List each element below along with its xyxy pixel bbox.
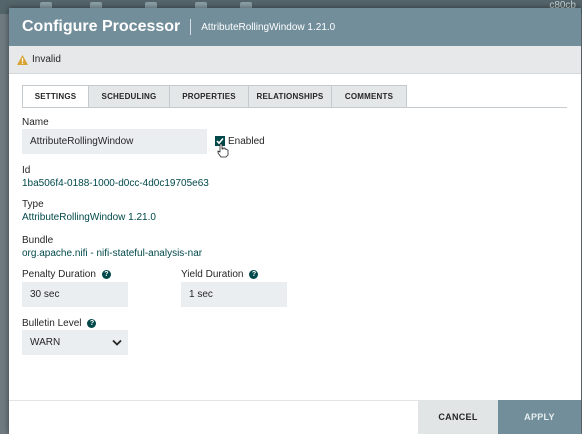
enabled-label[interactable]: Enabled (228, 136, 265, 147)
bundle-value: org.apache.nifi - nifi-stateful-analysis… (22, 248, 203, 259)
tab-scheduling[interactable]: SCHEDULING (88, 85, 170, 108)
yield-duration-input[interactable]: 1 sec (181, 282, 287, 307)
bundle-label: Bundle (22, 235, 54, 246)
id-label: Id (22, 165, 31, 176)
bulletin-level-text: Bulletin Level (22, 318, 82, 329)
warning-icon (17, 54, 28, 65)
bulletin-level-select[interactable]: WARN (22, 330, 128, 355)
help-icon[interactable]: ? (101, 270, 111, 279)
tab-underline (22, 107, 567, 108)
type-value: AttributeRollingWindow 1.21.0 (22, 212, 156, 223)
apply-button[interactable]: APPLY (498, 400, 581, 434)
yield-duration-text: Yield Duration (181, 269, 244, 280)
cancel-button[interactable]: CANCEL (418, 400, 498, 434)
tab-label: PROPERTIES (182, 92, 236, 101)
tab-label: SCHEDULING (101, 92, 157, 101)
type-label: Type (22, 199, 44, 210)
status-text: Invalid (32, 54, 61, 65)
hand-cursor-icon (217, 143, 229, 158)
tab-label: RELATIONSHIPS (256, 92, 324, 101)
dialog-header: Configure Processor AttributeRollingWind… (9, 8, 581, 46)
help-icon[interactable]: ? (249, 270, 259, 279)
penalty-duration-text: Penalty Duration (22, 269, 96, 280)
name-input[interactable]: AttributeRollingWindow (22, 129, 207, 154)
id-value: 1ba506f4-0188-1000-d0cc-4d0c19705e63 (22, 178, 209, 189)
dialog-title: Configure Processor (22, 18, 181, 35)
tab-comments[interactable]: COMMENTS (331, 85, 407, 108)
yield-duration-label: Yield Duration? (181, 269, 259, 280)
tab-settings[interactable]: SETTINGS (22, 85, 89, 108)
title-divider (190, 19, 192, 35)
tab-label: SETTINGS (34, 92, 77, 101)
configure-processor-dialog: Configure Processor AttributeRollingWind… (9, 8, 581, 434)
bulletin-level-value: WARN (30, 337, 61, 348)
tab-label: COMMENTS (344, 92, 394, 101)
dialog-footer: CANCEL APPLY (9, 400, 581, 434)
dialog-subtitle: AttributeRollingWindow 1.21.0 (201, 21, 336, 33)
tab-relationships[interactable]: RELATIONSHIPS (248, 85, 332, 108)
tab-properties[interactable]: PROPERTIES (169, 85, 249, 108)
bulletin-level-label: Bulletin Level? (22, 318, 97, 329)
validation-status-bar: Invalid (9, 46, 581, 74)
penalty-duration-input[interactable]: 30 sec (22, 282, 128, 307)
penalty-duration-label: Penalty Duration? (22, 269, 111, 280)
name-label: Name (22, 117, 49, 128)
help-icon[interactable]: ? (87, 319, 97, 328)
tab-bar: SETTINGS SCHEDULING PROPERTIES RELATIONS… (22, 85, 407, 108)
chevron-down-icon (112, 339, 122, 346)
